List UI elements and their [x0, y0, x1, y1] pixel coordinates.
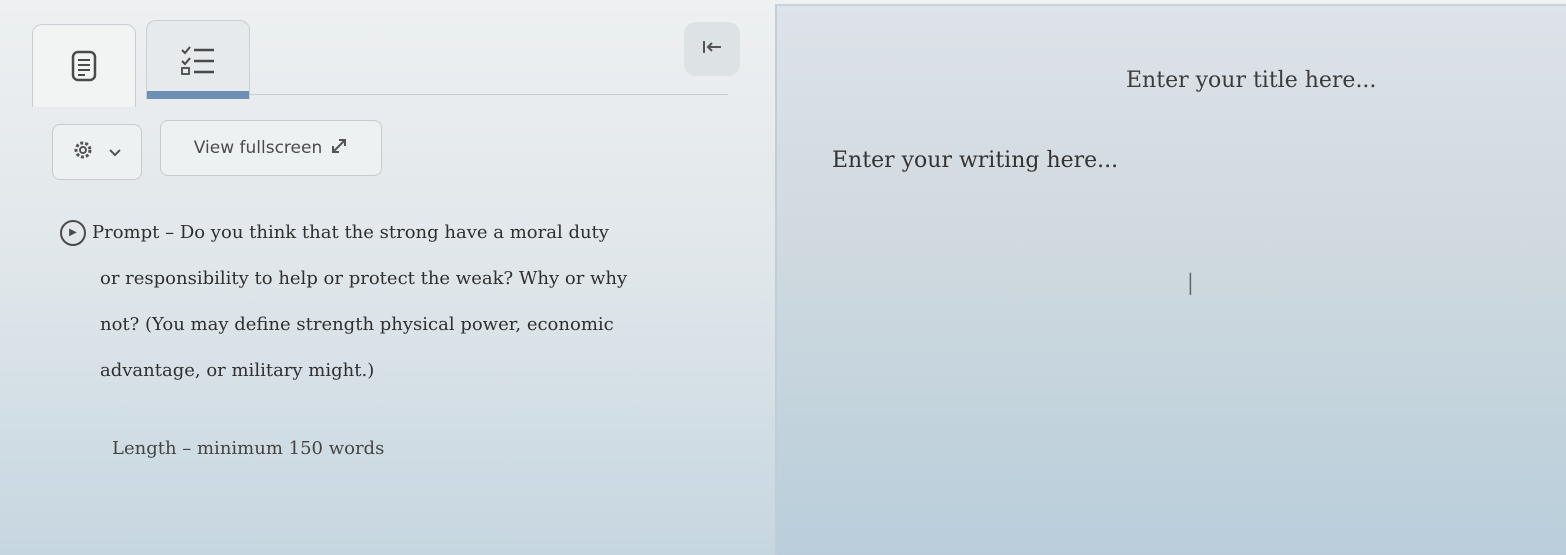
prompt-line-text: Prompt – Do you think that the strong ha…: [92, 222, 609, 243]
settings-dropdown[interactable]: [52, 124, 142, 180]
writing-input[interactable]: Enter your writing here...: [832, 148, 1118, 173]
text-cursor-icon: I: [1186, 268, 1195, 303]
collapse-left-icon: [702, 40, 722, 58]
chevron-down-icon: [108, 143, 122, 162]
prompt-line: ▶ Prompt – Do you think that the strong h…: [60, 210, 720, 256]
view-fullscreen-label: View fullscreen: [193, 138, 323, 158]
length-requirement: Length – minimum 150 words: [112, 438, 385, 459]
gear-icon: [72, 139, 94, 165]
instructions-panel: View fullscreen ▶ Prompt – Do you think t…: [0, 0, 775, 555]
document-icon: [71, 50, 97, 82]
prompt-line: not? (You may define strength physical p…: [100, 314, 614, 335]
prompt-line: or responsibility to help or protect the…: [100, 268, 628, 289]
title-input[interactable]: Enter your title here...: [1126, 68, 1376, 93]
prompt-line: advantage, or military might.): [100, 360, 375, 381]
expand-icon: [330, 137, 348, 160]
tabs-divider: [250, 94, 728, 95]
play-icon[interactable]: ▶: [60, 220, 86, 246]
tab-checklist[interactable]: [146, 20, 250, 99]
collapse-panel-button[interactable]: [684, 22, 740, 76]
checklist-icon: [180, 44, 216, 76]
tab-document[interactable]: [32, 24, 136, 107]
prompt-text: ▶ Prompt – Do you think that the strong h…: [60, 210, 720, 394]
view-fullscreen-button[interactable]: View fullscreen: [160, 120, 382, 176]
